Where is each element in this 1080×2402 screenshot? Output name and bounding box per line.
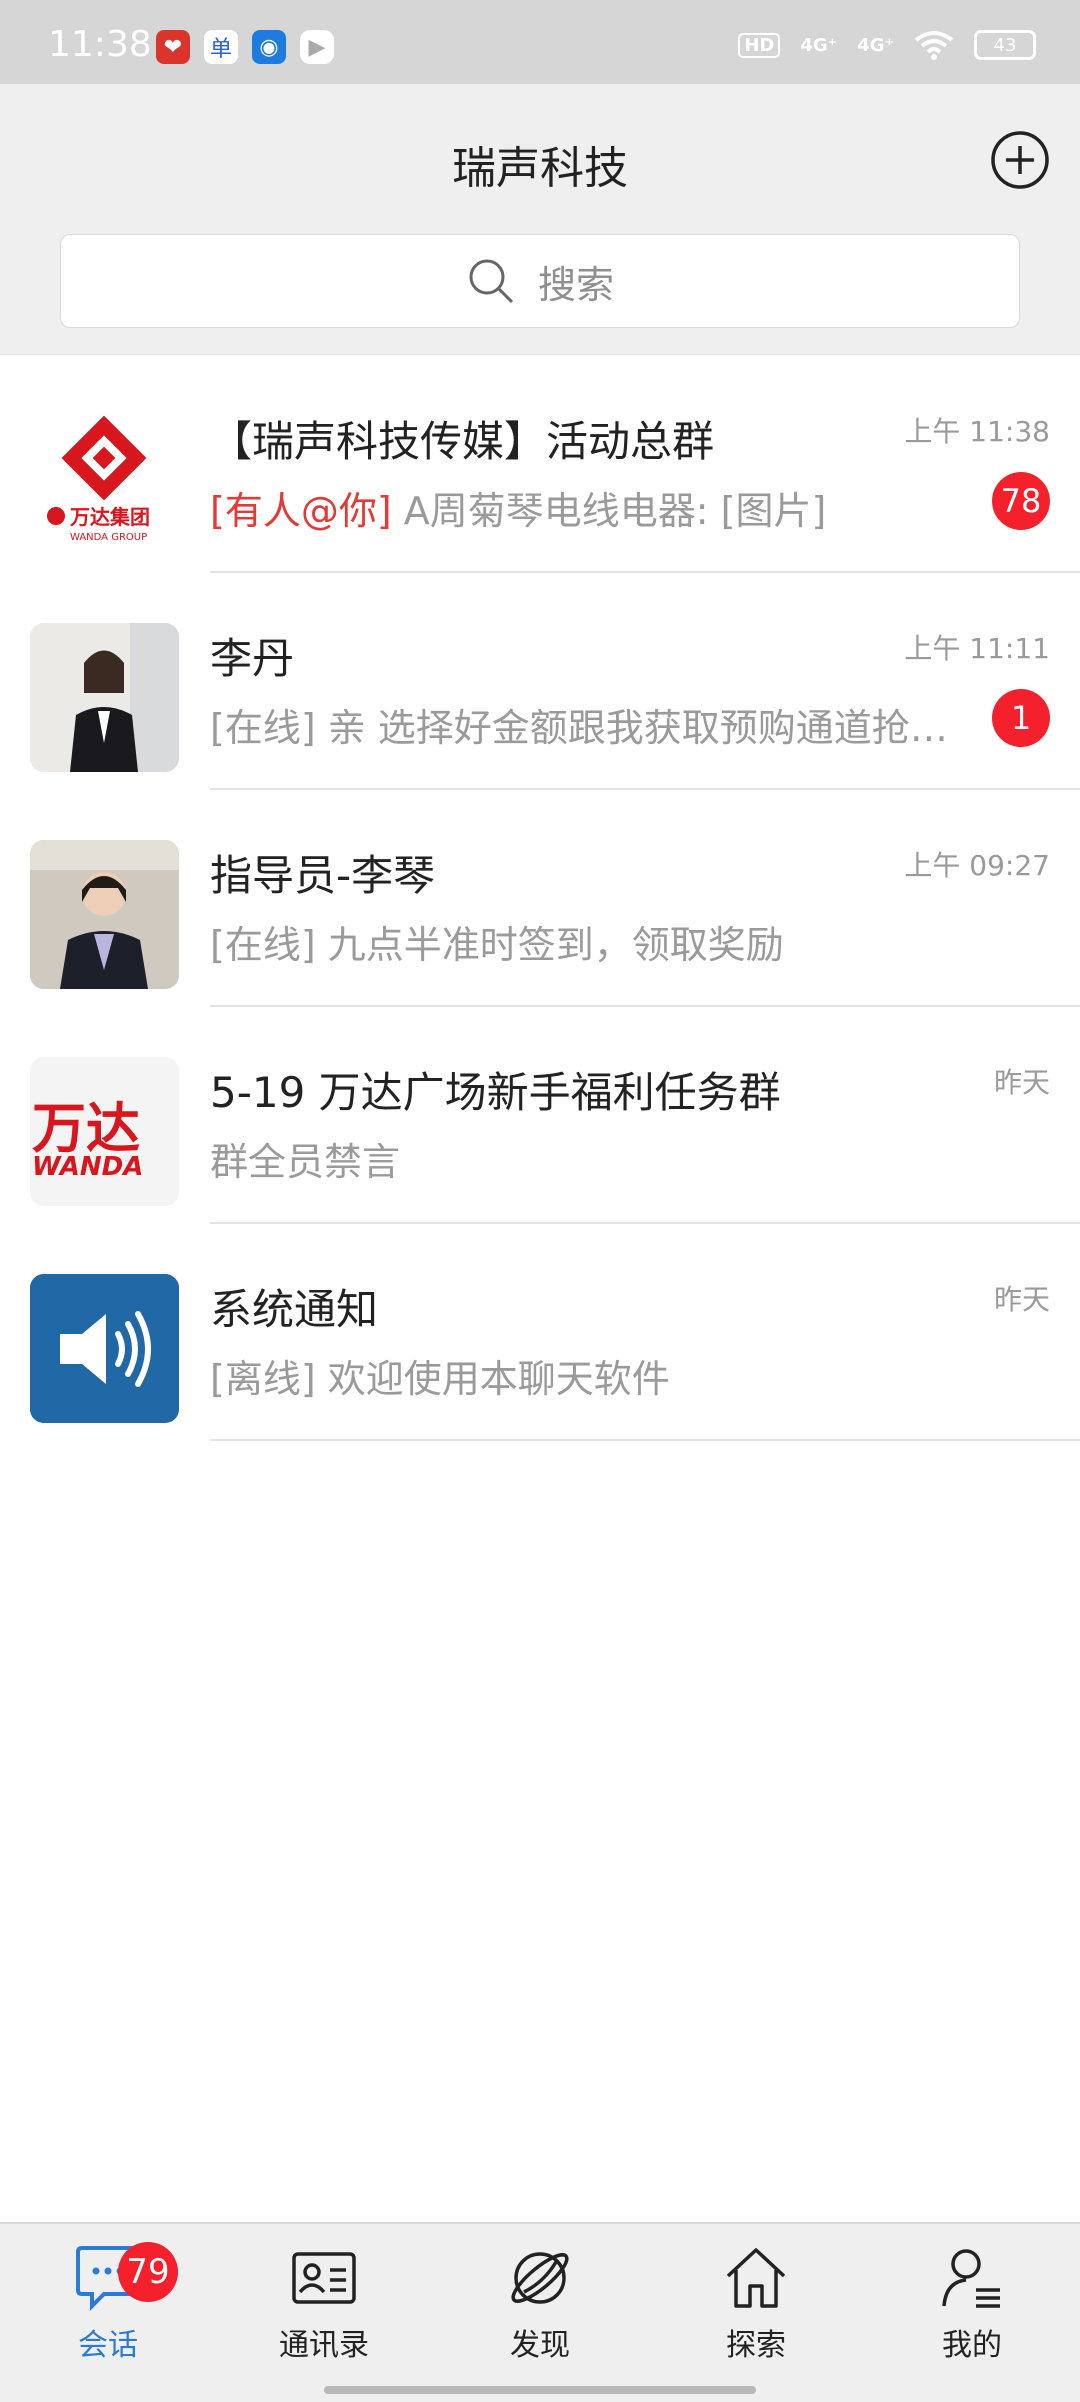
person-photo	[30, 623, 179, 772]
chat-preview: 群全员禁言	[210, 1140, 401, 1184]
app-notification-icon: ❤	[156, 30, 190, 64]
chat-item[interactable]: 万达 WANDA 5-19 万达广场新手福利任务群 昨天 群全员禁言	[0, 1007, 1080, 1224]
person-photo	[30, 840, 179, 989]
chat-time: 昨天	[993, 1066, 1050, 1099]
status-bar: 11:38 ❤ 单 ◉ ▶ HD 4G⁺ 4G⁺ 43	[0, 0, 1080, 84]
tab-label: 会话	[78, 2328, 138, 2363]
search-placeholder: 搜索	[537, 262, 614, 307]
tab-me[interactable]: 我的	[864, 2242, 1080, 2382]
tab-label: 通讯录	[279, 2328, 369, 2363]
avatar: 万达集团 WANDA GROUP	[30, 406, 179, 555]
status-time: 11:38	[48, 24, 152, 65]
chat-title: 【瑞声科技传媒】活动总群	[210, 417, 715, 466]
home-indicator	[324, 2386, 756, 2394]
profile-icon	[942, 2249, 1000, 2308]
chat-title: 指导员-李琴	[210, 851, 436, 900]
chat-item[interactable]: 系统通知 昨天 [离线] 欢迎使用本聊天软件	[0, 1224, 1080, 1441]
chat-item[interactable]: 指导员-李琴 上午 09:27 [在线] 九点半准时签到，领取奖励	[0, 790, 1080, 1007]
tab-conversations[interactable]: 会话 79	[0, 2242, 216, 2382]
chat-preview-text: A周菊琴电线电器: [图片]	[391, 489, 827, 533]
chat-time: 上午 11:38	[904, 415, 1050, 448]
home-icon	[726, 2248, 786, 2308]
battery-icon: 43	[974, 30, 1036, 60]
mention-tag: [有人@你]	[210, 489, 392, 533]
chat-preview: [在线] 亲 选择好金额跟我获取预购通道抢购哦	[210, 706, 950, 750]
chat-time: 上午 11:11	[904, 632, 1050, 665]
unread-badge: 1	[992, 689, 1050, 747]
app-notification-icon: ◉	[252, 30, 286, 64]
search-icon	[469, 259, 514, 304]
tab-discover[interactable]: 发现	[432, 2242, 648, 2382]
avatar: 万达 WANDA	[30, 1057, 179, 1206]
add-icon[interactable]	[990, 130, 1050, 190]
wanda-group-logo: 万达集团 WANDA GROUP	[47, 415, 150, 543]
tab-explore[interactable]: 探索	[648, 2242, 864, 2382]
bottom-tab-bar: 会话 79 通讯录 发现 探索 我的	[0, 2222, 1080, 2402]
speaker-icon	[30, 1274, 179, 1423]
status-indicators: HD 4G⁺ 4G⁺ 43	[738, 30, 1036, 60]
chat-item[interactable]: 万达集团 WANDA GROUP 【瑞声科技传媒】活动总群 上午 11:38 […	[0, 356, 1080, 573]
page-title: 瑞声科技	[452, 143, 628, 194]
wifi-icon	[914, 31, 954, 60]
contact-card-icon	[292, 2252, 356, 2304]
tab-contacts[interactable]: 通讯录	[216, 2242, 432, 2382]
chat-list: 万达集团 WANDA GROUP 【瑞声科技传媒】活动总群 上午 11:38 […	[0, 356, 1080, 1441]
logo-text-en: WANDA	[32, 1152, 143, 1182]
tab-badge: 79	[118, 2242, 178, 2302]
chat-time: 上午 09:27	[904, 849, 1050, 882]
chat-preview: [在线] 九点半准时签到，领取奖励	[210, 923, 784, 967]
divider	[210, 1439, 1080, 1441]
avatar	[30, 840, 179, 989]
tab-label: 我的	[942, 2328, 1002, 2363]
logo-text-cn: 万达	[32, 1097, 140, 1160]
logo-text: 万达集团	[69, 505, 150, 529]
tab-label: 发现	[510, 2328, 570, 2363]
chat-preview: [有人@你] A周菊琴电线电器: [图片]	[210, 480, 950, 535]
chat-title: 系统通知	[210, 1285, 379, 1334]
wanda-logo: 万达 WANDA	[30, 1057, 179, 1206]
tab-label: 探索	[726, 2328, 786, 2363]
signal-icon: 4G⁺	[800, 34, 838, 56]
logo-subtext: WANDA GROUP	[70, 532, 147, 543]
header: 瑞声科技 搜索	[0, 84, 1080, 355]
chat-item[interactable]: 李丹 上午 11:11 [在线] 亲 选择好金额跟我获取预购通道抢购哦 1	[0, 573, 1080, 790]
avatar	[30, 1274, 179, 1423]
hd-icon: HD	[738, 32, 781, 58]
app-notification-icon: 单	[204, 30, 238, 64]
chat-time: 昨天	[993, 1283, 1050, 1316]
chat-title: 李丹	[210, 634, 295, 683]
notification-icons: ❤ 单 ◉ ▶	[156, 30, 334, 64]
chat-preview: [离线] 欢迎使用本聊天软件	[210, 1357, 670, 1401]
search-input[interactable]: 搜索	[60, 234, 1020, 328]
unread-badge: 78	[992, 472, 1050, 530]
avatar	[30, 623, 179, 772]
app-notification-icon: ▶	[300, 30, 334, 64]
chat-title: 5-19 万达广场新手福利任务群	[210, 1068, 781, 1117]
signal-icon: 4G⁺	[857, 34, 894, 56]
planet-icon	[511, 2252, 569, 2304]
